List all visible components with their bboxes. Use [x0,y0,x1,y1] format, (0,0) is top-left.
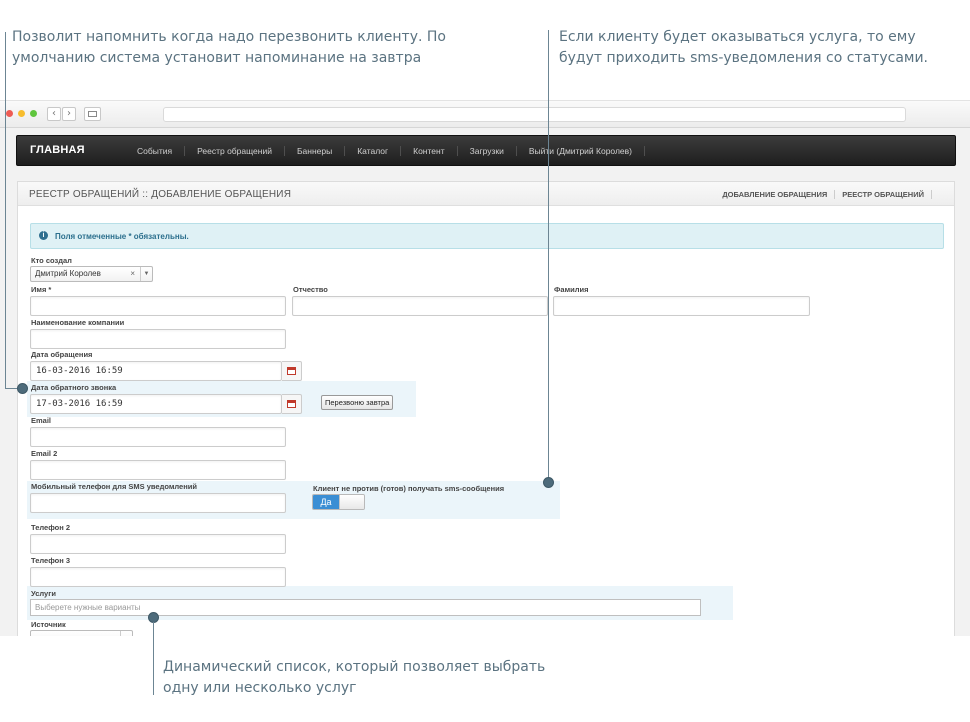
marker-callback [17,383,28,394]
nav-item-catalog[interactable]: Каталог [345,146,402,156]
phone3-label: Телефон 3 [31,556,71,565]
surname-label: Фамилия [554,285,589,294]
callback-tomorrow-button[interactable]: Перезвоню завтра [321,395,394,410]
surname-input[interactable] [553,296,810,316]
link-registry[interactable]: РЕЕСТР ОБРАЩЕНИЙ [835,190,932,199]
annotation-callback-line2: умолчанию система установит напоминание … [12,50,422,66]
marker-sms [543,477,554,488]
annotation-services: Динамический список, который позволяет в… [163,657,623,699]
chevron-left-icon[interactable]: ‹ [47,107,61,121]
address-bar[interactable] [163,107,906,122]
chevron-down-icon[interactable] [120,631,132,636]
nav-brand-home[interactable]: ГЛАВНАЯ [30,144,85,156]
patronymic-input[interactable] [292,296,548,316]
maximize-window-button[interactable] [30,110,37,117]
annotation-sms-line1: Если клиенту будет оказываться услуга, т… [559,29,916,45]
date-input[interactable]: 16-03-2016 16:59 [30,361,282,381]
annotation-callback: Позволит напомнить когда надо перезвонит… [12,27,482,69]
name-input[interactable] [30,296,286,316]
creator-select[interactable]: Дмитрий Королев × ▼ [30,266,153,282]
connector-callback-vertical [5,32,6,388]
phone3-input[interactable] [30,567,286,587]
connector-services-vertical [153,622,154,695]
company-label: Наименование компании [31,318,125,327]
nav-item-events[interactable]: События [125,146,186,156]
email-label: Email [31,416,52,425]
info-icon: i [39,231,48,240]
mobile-input[interactable] [30,493,286,513]
chevron-right-icon[interactable]: › [62,107,76,121]
annotation-services-line2: одну или несколько услуг [163,680,357,696]
clear-icon[interactable]: × [130,267,135,281]
source-select[interactable] [30,630,133,636]
nav-item-content[interactable]: Контент [401,146,458,156]
annotation-sms-line2: будут приходить sms-уведомления со стату… [559,50,929,66]
name-label: Имя * [31,285,52,294]
creator-value: Дмитрий Королев [35,269,101,278]
nav-item-banners[interactable]: Баннеры [285,146,346,156]
company-input[interactable] [30,329,286,349]
mobile-label: Мобильный телефон для SMS уведомлений [31,482,197,491]
screenshot-root: Позволит напомнить когда надо перезвонит… [0,0,970,722]
nav-menu: События Реестр обращений Баннеры Каталог… [125,146,646,156]
patronymic-label: Отчество [293,285,328,294]
annotation-sms: Если клиенту будет оказываться услуга, т… [559,27,959,69]
date-label: Дата обращения [31,350,93,359]
sidebar-icon[interactable] [84,107,101,121]
card-header: РЕЕСТР ОБРАЩЕНИЙ :: ДОБАВЛЕНИЕ ОБРАЩЕНИЯ… [18,182,954,206]
connector-sms-vertical [548,30,549,484]
nav-item-downloads[interactable]: Загрузки [458,146,517,156]
email-input[interactable] [30,427,286,447]
services-multiselect[interactable]: Выберете нужные варианты [30,599,701,616]
sms-toggle-on-label: Да [313,495,339,509]
sms-consent-label: Клиент не против (готов) получать sms-со… [313,484,505,493]
app-navbar: ГЛАВНАЯ События Реестр обращений Баннеры… [16,135,956,166]
minimize-window-button[interactable] [18,110,25,117]
card-header-links: ДОБАВЛЕНИЕ ОБРАЩЕНИЯ РЕЕСТР ОБРАЩЕНИЙ [715,190,932,199]
services-label: Услуги [31,589,56,598]
annotation-services-line1: Динамический список, который позволяет в… [163,659,546,675]
browser-window: ‹ › ГЛАВНАЯ События Реестр обращений Бан… [0,100,970,636]
form-card: РЕЕСТР ОБРАЩЕНИЙ :: ДОБАВЛЕНИЕ ОБРАЩЕНИЯ… [17,181,955,636]
phone2-input[interactable] [30,534,286,554]
required-fields-alert: i Поля отмеченные * обязательны. [30,223,944,249]
source-label: Источник [31,620,66,629]
close-window-button[interactable] [6,110,13,117]
alert-text: Поля отмеченные * обязательны. [55,232,189,241]
calendar-icon [287,367,296,375]
toggle-knob [339,495,364,509]
nav-item-registry[interactable]: Реестр обращений [185,146,285,156]
nav-item-logout[interactable]: Выйти (Дмитрий Королев) [517,146,646,156]
chevron-down-icon[interactable]: ▼ [140,267,152,281]
sms-consent-toggle[interactable]: Да [312,494,365,510]
calendar-icon [287,400,296,408]
annotation-callback-line1: Позволит напомнить когда надо перезвонит… [12,29,446,45]
email2-label: Email 2 [31,449,58,458]
callback-label: Дата обратного звонка [31,383,117,392]
phone2-label: Телефон 2 [31,523,71,532]
page-title: РЕЕСТР ОБРАЩЕНИЙ :: ДОБАВЛЕНИЕ ОБРАЩЕНИЯ [29,189,292,200]
browser-toolbar: ‹ › [0,101,970,128]
email2-input[interactable] [30,460,286,480]
callback-calendar-button[interactable] [282,394,302,414]
date-calendar-button[interactable] [282,361,302,381]
callback-input[interactable]: 17-03-2016 16:59 [30,394,282,414]
link-add-request[interactable]: ДОБАВЛЕНИЕ ОБРАЩЕНИЯ [715,190,836,199]
creator-label: Кто создал [31,256,72,265]
